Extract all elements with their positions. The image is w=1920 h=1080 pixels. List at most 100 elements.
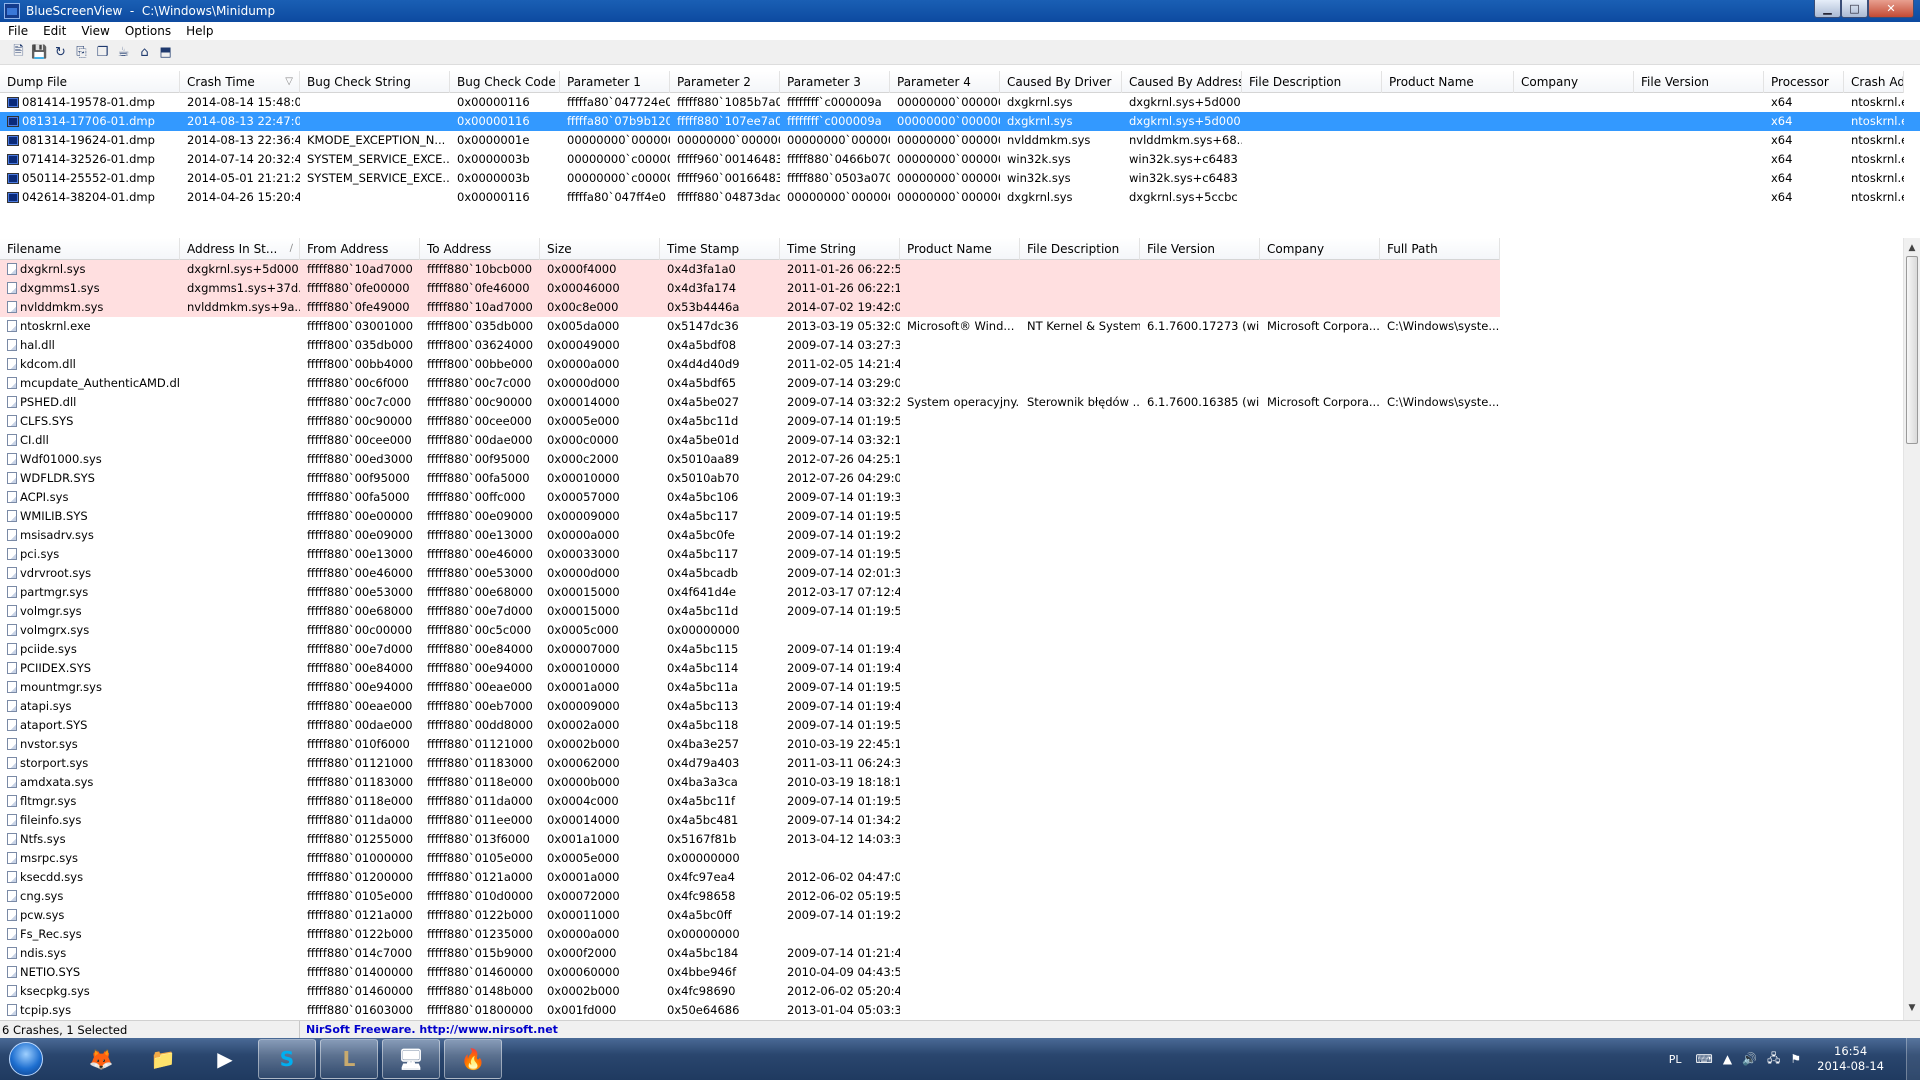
col-header-to-address[interactable]: To Address: [420, 238, 540, 260]
table-row[interactable]: amdxata.sys fffff880`01183000 fffff880`011…: [0, 773, 1500, 792]
table-row[interactable]: CI.dll fffff880`00cee000 fffff880`00dae000…: [0, 431, 1500, 450]
col-header-parameter-2[interactable]: Parameter 2: [670, 71, 780, 93]
table-row[interactable]: fileinfo.sys fffff880`011da000 fffff880`01…: [0, 811, 1500, 830]
language-indicator[interactable]: PL: [1669, 1053, 1682, 1066]
table-row[interactable]: WMILIB.SYS fffff880`00e00000 fffff880`00e0…: [0, 507, 1500, 526]
col-header-parameter-1[interactable]: Parameter 1: [560, 71, 670, 93]
col-header-from-address[interactable]: From Address: [300, 238, 420, 260]
table-row[interactable]: WDFLDR.SYS fffff880`00f95000 fffff880`00fa…: [0, 469, 1500, 488]
taskbar-bluescreenview-button[interactable]: 🖥: [382, 1039, 440, 1079]
table-row[interactable]: hal.dll fffff800`035db000 fffff800`0362400…: [0, 336, 1500, 355]
table-row[interactable]: PCIIDEX.SYS fffff880`00e84000 fffff880`00e…: [0, 659, 1500, 678]
table-row[interactable]: 081314-19624-01.dmp 2014-08-13 22:36:44 KM…: [0, 131, 1904, 150]
table-row[interactable]: PSHED.dll fffff880`00c7c000 fffff880`00c90…: [0, 393, 1500, 412]
table-row[interactable]: atapi.sys fffff880`00eae000 fffff880`00eb7…: [0, 697, 1500, 716]
table-row[interactable]: ntoskrnl.exe fffff800`03001000 fffff800`03…: [0, 317, 1500, 336]
table-row[interactable]: mcupdate_AuthenticAMD.dll fffff880`00c6f0…: [0, 374, 1500, 393]
html-report-icon[interactable]: 🖹: [8, 44, 29, 62]
scroll-down-arrow-icon[interactable]: ▼: [1904, 1000, 1920, 1016]
table-row[interactable]: msrpc.sys fffff880`01000000 fffff880`0105e…: [0, 849, 1500, 868]
table-row[interactable]: volmgr.sys fffff880`00e68000 fffff880`00e7…: [0, 602, 1500, 621]
table-row[interactable]: NETIO.SYS fffff880`01400000 fffff880`01460…: [0, 963, 1500, 982]
table-row[interactable]: 081314-17706-01.dmp 2014-08-13 22:47:03 0x…: [0, 112, 1920, 131]
col-header-time-string[interactable]: Time String: [780, 238, 900, 260]
table-row[interactable]: 042614-38204-01.dmp 2014-04-26 15:20:40 0x…: [0, 188, 1904, 207]
col-header-caused-by-driver[interactable]: Caused By Driver: [1000, 71, 1122, 93]
table-row[interactable]: volmgrx.sys fffff880`00c00000 fffff880`00c…: [0, 621, 1500, 640]
taskbar-skype-button[interactable]: S: [258, 1039, 316, 1079]
col-header-file-description[interactable]: File Description: [1242, 71, 1382, 93]
nirsoft-link[interactable]: NirSoft Freeware. http://www.nirsoft.net: [300, 1023, 558, 1036]
col-header-parameter-3[interactable]: Parameter 3: [780, 71, 890, 93]
driver-list-vscrollbar[interactable]: ▲ ▼: [1903, 238, 1920, 1020]
col-header-product-name[interactable]: Product Name: [900, 238, 1020, 260]
table-row[interactable]: mountmgr.sys fffff880`00e94000 fffff880`00…: [0, 678, 1500, 697]
table-row[interactable]: partmgr.sys fffff880`00e53000 fffff880`00e…: [0, 583, 1500, 602]
col-header-full-path[interactable]: Full Path: [1380, 238, 1500, 260]
table-row[interactable]: cng.sys fffff880`0105e000 fffff880`010d000…: [0, 887, 1500, 906]
show-desktop-button[interactable]: [1906, 1038, 1920, 1080]
table-row[interactable]: CLFS.SYS fffff880`00c90000 fffff880`00cee0…: [0, 412, 1500, 431]
driver-list[interactable]: Filename Address In St... ∕ From Address To …: [0, 238, 1920, 1020]
col-header-crash-add[interactable]: Crash Add: [1844, 71, 1904, 93]
tray-arrow-icon[interactable]: ▲: [1723, 1052, 1732, 1066]
close-button[interactable]: ✕: [1868, 0, 1914, 18]
table-row[interactable]: 071414-32526-01.dmp 2014-07-14 20:32:40 SY…: [0, 150, 1904, 169]
table-row[interactable]: ksecpkg.sys fffff880`01460000 fffff880`014…: [0, 982, 1500, 1001]
taskbar-explorer-button[interactable]: 📁: [134, 1039, 192, 1079]
col-header-filename[interactable]: Filename: [0, 238, 180, 260]
table-row[interactable]: kdcom.dll fffff800`00bb4000 fffff800`00bbe…: [0, 355, 1500, 374]
col-header-crash-time[interactable]: Crash Time ▽: [180, 71, 300, 93]
col-header-bug-check-string[interactable]: Bug Check String: [300, 71, 450, 93]
search-online-icon[interactable]: ☕: [113, 44, 134, 62]
table-row[interactable]: pci.sys fffff880`00e13000 fffff880`00e4600…: [0, 545, 1500, 564]
keyboard-icon[interactable]: ⌨: [1695, 1052, 1712, 1066]
col-header-bug-check-code[interactable]: Bug Check Code: [450, 71, 560, 93]
col-header-time-stamp[interactable]: Time Stamp: [660, 238, 780, 260]
vscroll-thumb[interactable]: [1906, 256, 1918, 444]
col-header-file-description[interactable]: File Description: [1020, 238, 1140, 260]
col-header-company[interactable]: Company: [1514, 71, 1634, 93]
taskbar-flame-app-button[interactable]: 🔥: [444, 1039, 502, 1079]
col-header-size[interactable]: Size: [540, 238, 660, 260]
table-row[interactable]: dxgkrnl.sys dxgkrnl.sys+5d000 fffff880`10a…: [0, 260, 1500, 279]
col-header-dump-file[interactable]: Dump File: [0, 71, 180, 93]
table-row[interactable]: storport.sys fffff880`01121000 fffff880`01…: [0, 754, 1500, 773]
refresh-icon[interactable]: ↻: [50, 44, 71, 62]
volume-icon[interactable]: 🔊: [1742, 1052, 1757, 1066]
menu-help[interactable]: Help: [178, 24, 220, 38]
table-row[interactable]: fltmgr.sys fffff880`0118e000 fffff880`011d…: [0, 792, 1500, 811]
table-row[interactable]: 050114-25552-01.dmp 2014-05-01 21:21:29 SY…: [0, 169, 1904, 188]
action-center-flag-icon[interactable]: ⚑: [1790, 1052, 1801, 1066]
taskbar-media-player-button[interactable]: ▶: [196, 1039, 254, 1079]
clock[interactable]: 16:54 2014-08-14: [1817, 1044, 1884, 1074]
properties-icon[interactable]: ❐: [92, 44, 113, 62]
col-header-processor[interactable]: Processor: [1764, 71, 1844, 93]
table-row[interactable]: pcw.sys fffff880`0121a000 fffff880`0122b00…: [0, 906, 1500, 925]
scroll-up-arrow-icon[interactable]: ▲: [1904, 240, 1920, 256]
title-bar[interactable]: BlueScreenView - C:\Windows\Minidump ▁ □…: [0, 0, 1920, 22]
save-icon[interactable]: 💾: [29, 44, 50, 62]
col-header-caused-by-address[interactable]: Caused By Address: [1122, 71, 1242, 93]
table-row[interactable]: ataport.SYS fffff880`00dae000 fffff880`00d…: [0, 716, 1500, 735]
table-row[interactable]: ksecdd.sys fffff880`01200000 fffff880`0121…: [0, 868, 1500, 887]
col-header-file-version[interactable]: File Version: [1140, 238, 1260, 260]
table-row[interactable]: Ntfs.sys fffff880`01255000 fffff880`013f60…: [0, 830, 1500, 849]
col-header-company[interactable]: Company: [1260, 238, 1380, 260]
crash-list[interactable]: Dump File Crash Time ▽ Bug Check String Bug …: [0, 71, 1920, 233]
table-row[interactable]: nvstor.sys fffff880`010f6000 fffff880`0112…: [0, 735, 1500, 754]
maximize-button[interactable]: □: [1841, 0, 1868, 18]
advanced-options-icon[interactable]: ⌂: [134, 44, 155, 62]
network-icon[interactable]: 🖧: [1767, 1049, 1780, 1070]
col-header-address-in-st[interactable]: Address In St... ∕: [180, 238, 300, 260]
menu-edit[interactable]: Edit: [35, 24, 73, 38]
table-row[interactable]: 081414-19578-01.dmp 2014-08-14 15:48:06 0x…: [0, 93, 1904, 112]
table-row[interactable]: msisadrv.sys fffff880`00e09000 fffff880`00…: [0, 526, 1500, 545]
table-row[interactable]: dxgmms1.sys dxgmms1.sys+37d... fffff880`0f…: [0, 279, 1500, 298]
start-button[interactable]: [4, 1038, 48, 1080]
minimize-button[interactable]: ▁: [1814, 0, 1841, 18]
table-row[interactable]: vdrvroot.sys fffff880`00e46000 fffff880`00…: [0, 564, 1500, 583]
menu-file[interactable]: File: [0, 24, 35, 38]
copy-icon[interactable]: ⎘: [71, 44, 92, 62]
table-row[interactable]: tcpip.sys fffff880`01603000 fffff880`01800…: [0, 1001, 1500, 1020]
